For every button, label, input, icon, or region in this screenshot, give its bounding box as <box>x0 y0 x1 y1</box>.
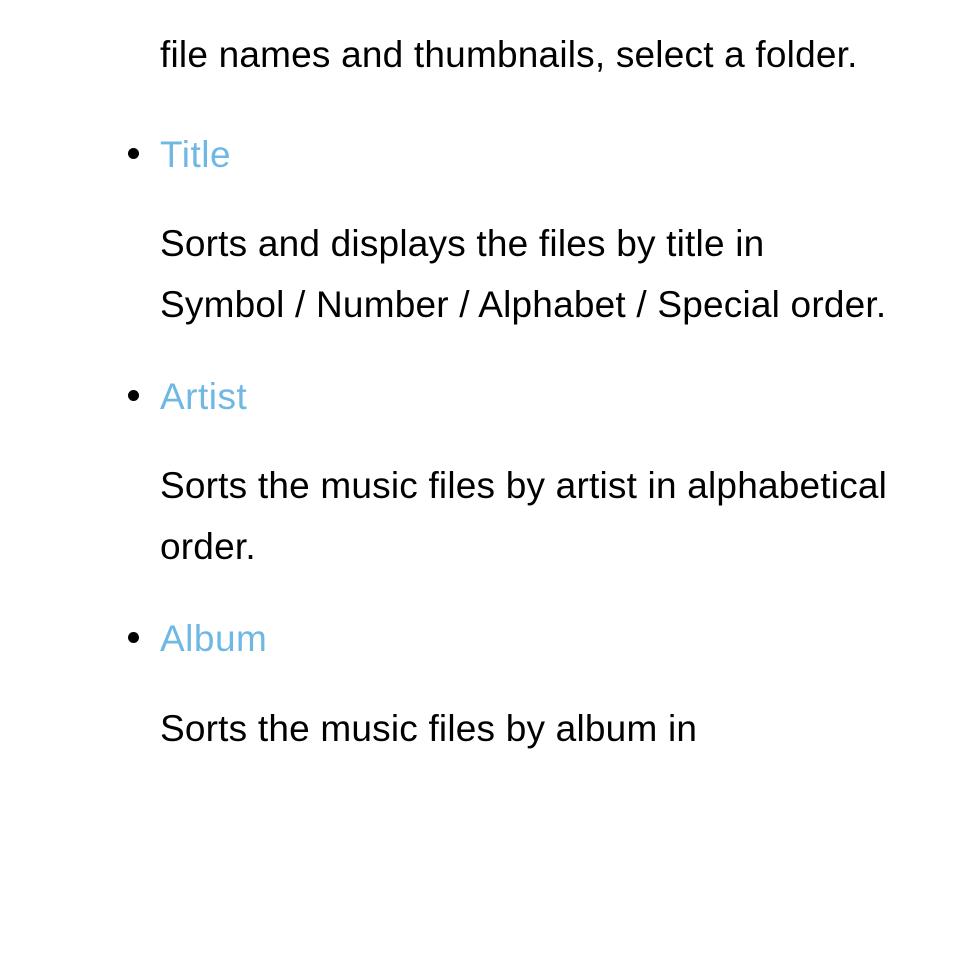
list-item-body: Sorts the music files by album in <box>160 698 898 759</box>
partial-item-body: file names and thumbnails, select a fold… <box>112 24 898 85</box>
partial-previous-item: file names and thumbnails, select a fold… <box>112 24 898 85</box>
document-page: file names and thumbnails, select a fold… <box>0 0 954 759</box>
list-item-title: Title Sorts and displays the files by ti… <box>112 131 898 335</box>
list-item-body: Sorts and displays the files by title in… <box>160 213 898 335</box>
list-item-album: Album Sorts the music files by album in <box>112 615 898 758</box>
list-item-body: Sorts the music files by artist in alpha… <box>160 455 898 577</box>
list-item-heading: Album <box>160 615 898 663</box>
list-item-artist: Artist Sorts the music files by artist i… <box>112 373 898 577</box>
sort-options-list: Title Sorts and displays the files by ti… <box>112 131 898 759</box>
list-item-heading: Artist <box>160 373 898 421</box>
list-item-heading: Title <box>160 131 898 179</box>
